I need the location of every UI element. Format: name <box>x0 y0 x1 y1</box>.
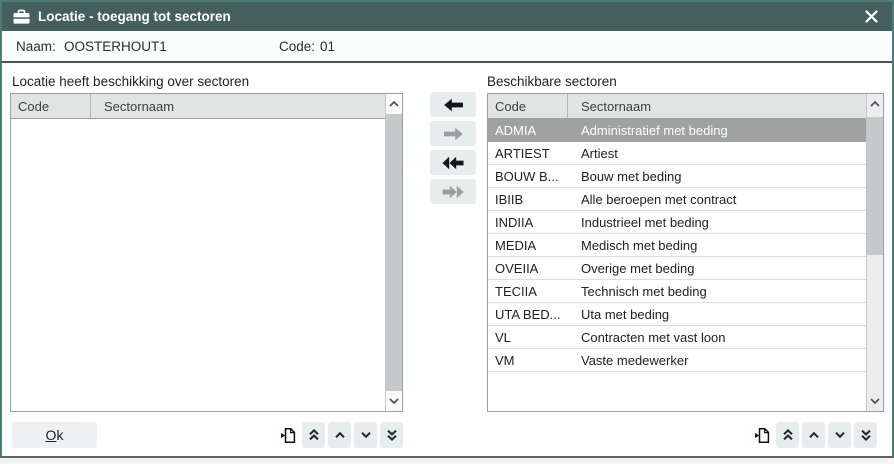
row-code: VM <box>488 349 568 371</box>
chevron-up-icon <box>808 431 820 439</box>
table-row[interactable]: ARTIEST Artiest <box>488 142 866 165</box>
table-row[interactable]: VL Contracten met vast loon <box>488 326 866 349</box>
row-code: UTA BED... <box>488 303 568 325</box>
next-record-button[interactable] <box>354 422 377 448</box>
window-title: Locatie - toegang tot sectoren <box>38 9 231 24</box>
column-header-sectornaam[interactable]: Sectornaam <box>91 94 385 118</box>
column-header-sectornaam[interactable]: Sectornaam <box>568 94 866 118</box>
column-header-code[interactable]: Code <box>11 94 91 118</box>
scrollbar-track[interactable] <box>867 114 883 391</box>
available-record-nav <box>750 422 877 448</box>
previous-record-button[interactable] <box>802 422 825 448</box>
briefcase-icon <box>12 9 31 25</box>
row-sectornaam: Industrieel met beding <box>568 211 866 233</box>
table-row[interactable]: TECIIA Technisch met beding <box>488 280 866 303</box>
chevron-up-icon <box>334 431 346 439</box>
goto-record-icon <box>280 427 296 444</box>
row-code: TECIIA <box>488 280 568 302</box>
last-record-button[interactable] <box>854 422 877 448</box>
row-code: OVEIIA <box>488 257 568 279</box>
move-all-right-button[interactable] <box>430 179 476 204</box>
row-code: ARTIEST <box>488 142 568 164</box>
arrow-left-icon <box>443 98 464 112</box>
table-body[interactable] <box>11 119 385 411</box>
scrollbar[interactable] <box>385 94 402 411</box>
ok-button-label: Ok <box>46 427 64 443</box>
row-code: ADMIA <box>488 119 568 141</box>
move-right-button[interactable] <box>430 121 476 146</box>
table-row[interactable]: IBIIB Alle beroepen met contract <box>488 188 866 211</box>
next-record-button[interactable] <box>828 422 851 448</box>
goto-record-icon <box>754 427 770 444</box>
move-left-button[interactable] <box>430 92 476 117</box>
table-row[interactable]: INDIIA Industrieel met beding <box>488 211 866 234</box>
scroll-down-icon[interactable] <box>867 391 883 411</box>
row-sectornaam: Artiest <box>568 142 866 164</box>
previous-record-button[interactable] <box>328 422 351 448</box>
row-sectornaam: Bouw met beding <box>568 165 866 187</box>
assigned-sectors-title: Locatie heeft beschikking over sectoren <box>12 74 249 89</box>
titlebar[interactable]: Locatie - toegang tot sectoren <box>2 2 892 31</box>
row-sectornaam: Overige met beding <box>568 257 866 279</box>
record-header: Naam: OOSTERHOUT1 Code: 01 <box>2 31 892 63</box>
row-sectornaam: Medisch met beding <box>568 234 866 256</box>
table-row[interactable]: UTA BED... Uta met beding <box>488 303 866 326</box>
row-sectornaam: Technisch met beding <box>568 280 866 302</box>
row-sectornaam: Contracten met vast loon <box>568 326 866 348</box>
table-header: Code Sectornaam <box>11 94 385 119</box>
table-row[interactable]: VM Vaste medewerker <box>488 349 866 372</box>
first-record-button[interactable] <box>776 422 799 448</box>
scroll-down-icon[interactable] <box>386 391 402 411</box>
double-chevron-up-icon <box>782 429 794 441</box>
row-sectornaam: Vaste medewerker <box>568 349 866 371</box>
column-header-code[interactable]: Code <box>488 94 568 118</box>
row-code: MEDIA <box>488 234 568 256</box>
row-code: INDIIA <box>488 211 568 233</box>
dialog-locatie-toegang-tot-sectoren: Locatie - toegang tot sectoren Naam: OOS… <box>0 0 894 458</box>
code-value: 01 <box>320 39 335 54</box>
available-sectors-table: Code Sectornaam ADMIA Administratief met… <box>487 93 884 412</box>
double-arrow-left-icon <box>442 156 464 170</box>
row-sectornaam: Administratief met beding <box>568 119 866 141</box>
scrollbar-thumb[interactable] <box>386 114 402 391</box>
scrollbar-thumb[interactable] <box>867 117 883 256</box>
row-code: IBIIB <box>488 188 568 210</box>
double-chevron-down-icon <box>386 429 398 441</box>
ok-button[interactable]: Ok <box>12 422 97 448</box>
table-header: Code Sectornaam <box>488 94 866 119</box>
row-code: VL <box>488 326 568 348</box>
row-sectornaam: Alle beroepen met contract <box>568 188 866 210</box>
table-row[interactable]: ADMIA Administratief met beding <box>488 119 866 142</box>
double-chevron-up-icon <box>308 429 320 441</box>
scrollbar-track[interactable] <box>386 114 402 391</box>
naam-label: Naam: <box>16 39 56 54</box>
code-label: Code: <box>279 39 315 54</box>
first-record-button[interactable] <box>302 422 325 448</box>
scroll-up-icon[interactable] <box>867 94 883 114</box>
assigned-sectors-table: Code Sectornaam <box>10 93 403 412</box>
screen: Locatie - toegang tot sectoren Naam: OOS… <box>0 0 894 464</box>
naam-value: OOSTERHOUT1 <box>64 39 167 54</box>
arrow-right-icon <box>443 127 464 141</box>
move-all-left-button[interactable] <box>430 150 476 175</box>
scroll-up-icon[interactable] <box>386 94 402 114</box>
double-arrow-right-icon <box>442 185 464 199</box>
goto-record-button[interactable] <box>750 422 773 448</box>
table-body[interactable]: ADMIA Administratief met beding ARTIEST … <box>488 119 866 411</box>
scrollbar[interactable] <box>866 94 883 411</box>
assigned-record-nav <box>276 422 403 448</box>
last-record-button[interactable] <box>380 422 403 448</box>
close-icon[interactable] <box>859 2 883 31</box>
table-row[interactable]: OVEIIA Overige met beding <box>488 257 866 280</box>
table-row[interactable]: MEDIA Medisch met beding <box>488 234 866 257</box>
row-sectornaam: Uta met beding <box>568 303 866 325</box>
chevron-down-icon <box>834 431 846 439</box>
table-row[interactable]: BOUW B... Bouw met beding <box>488 165 866 188</box>
chevron-down-icon <box>360 431 372 439</box>
available-sectors-title: Beschikbare sectoren <box>487 74 617 89</box>
double-chevron-down-icon <box>860 429 872 441</box>
goto-record-button[interactable] <box>276 422 299 448</box>
row-code: BOUW B... <box>488 165 568 187</box>
